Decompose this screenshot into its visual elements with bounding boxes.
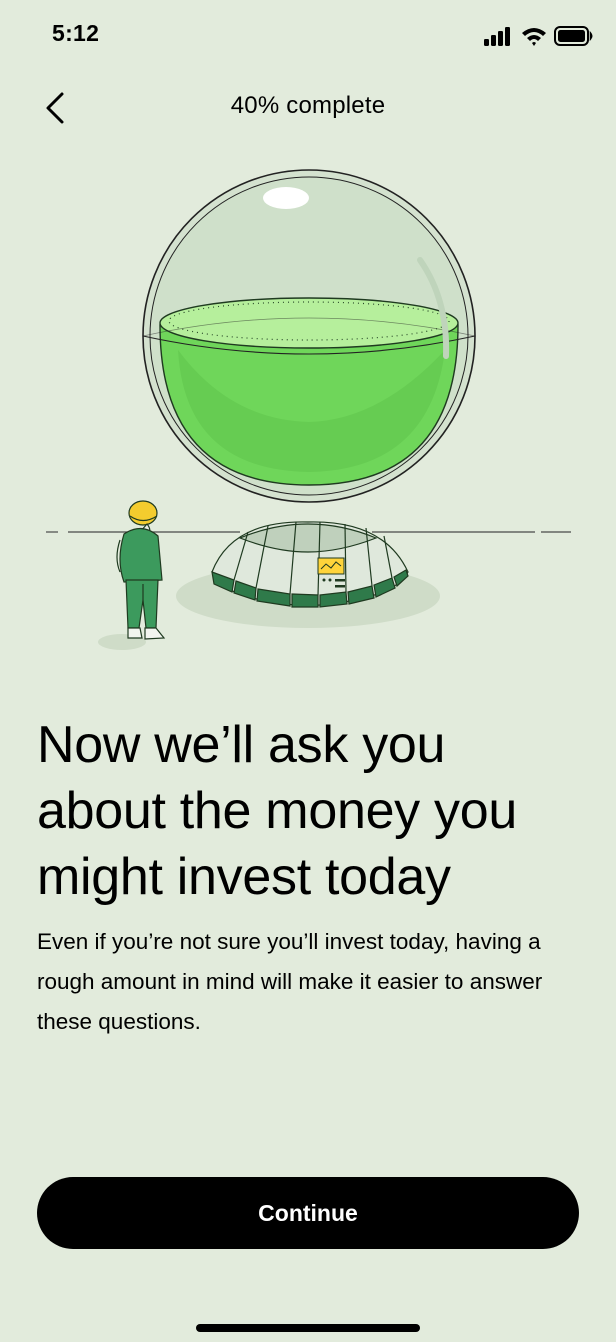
status-time: 5:12 [52,20,100,46]
page-description: Even if you’re not sure you’ll invest to… [37,929,543,1034]
person-figure [116,500,166,640]
top-navigation: 40% complete [0,72,616,142]
glass-sphere-with-green-liquid-illustration [46,169,571,650]
sphere-pedestal [211,521,409,608]
home-indicator [196,1324,420,1332]
battery-icon [554,26,593,46]
status-icons [484,26,593,46]
cellular-signal-icon [484,27,510,46]
status-bar: 5:12 [0,0,616,72]
wifi-icon [522,28,546,46]
progress-label: 40% complete [230,92,386,119]
continue-button[interactable]: Continue [37,1177,579,1249]
page-headline: Now we’ll ask you about the money you mi… [37,716,517,906]
glass-sphere [142,169,476,503]
